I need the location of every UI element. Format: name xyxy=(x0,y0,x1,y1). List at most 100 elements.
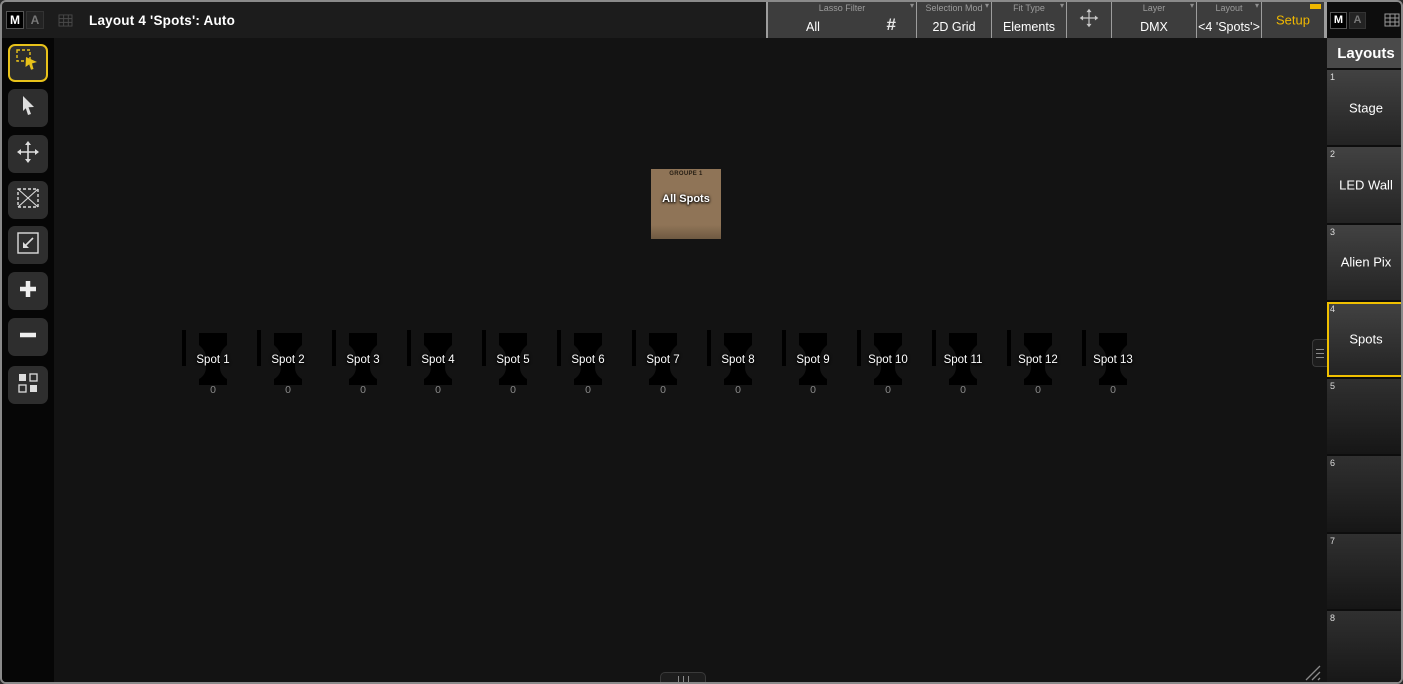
pointer-icon xyxy=(15,93,41,124)
fixture-spot-9[interactable]: Spot 9 0 xyxy=(782,330,844,402)
arrange-icon xyxy=(15,370,41,401)
dropdown-caret-icon: ▾ xyxy=(985,1,989,10)
fixture-value: 0 xyxy=(557,384,619,396)
move-icon xyxy=(15,139,41,170)
fixture-label: Spot 1 xyxy=(182,354,244,366)
window-grid-icon[interactable] xyxy=(58,14,73,27)
grid-select-icon xyxy=(15,185,41,216)
auto-arrange-button[interactable] xyxy=(8,366,48,404)
fixture-spot-13[interactable]: Spot 13 0 xyxy=(1082,330,1144,402)
layout-item-number: 6 xyxy=(1330,458,1335,468)
fit-view-icon xyxy=(15,230,41,261)
fit-type-value: Elements xyxy=(992,20,1066,34)
group-tile-all-spots[interactable]: GROUPE 1 All Spots xyxy=(651,169,721,239)
zoom-out-button[interactable] xyxy=(8,318,48,356)
layout-item-led-wall[interactable]: 2 LED Wall xyxy=(1327,147,1403,222)
selection-mode-cell[interactable]: Selection Mod ▾ 2D Grid xyxy=(917,2,991,38)
layout-item-number: 5 xyxy=(1330,381,1335,391)
layout-item-label: Stage xyxy=(1327,100,1403,115)
fixture-value: 0 xyxy=(257,384,319,396)
layer-cell[interactable]: Layer ▾ DMX xyxy=(1112,2,1196,38)
layout-item-stage[interactable]: 1 Stage xyxy=(1327,70,1403,145)
fixture-value: 0 xyxy=(407,384,469,396)
panel-grid-icon[interactable] xyxy=(1384,13,1400,27)
grid-snap-icon[interactable]: # xyxy=(887,15,896,35)
fixture-value: 0 xyxy=(857,384,919,396)
lasso-select-tool-button[interactable] xyxy=(8,44,48,82)
layout-select-cell[interactable]: Layout ▾ <4 'Spots'> xyxy=(1197,2,1261,38)
fixture-label: Spot 4 xyxy=(407,354,469,366)
layout-item-number: 3 xyxy=(1330,227,1335,237)
layout-canvas[interactable]: GROUPE 1 All Spots Spot 1 0 Spot 2 0 Spo… xyxy=(54,38,1327,684)
plus-icon xyxy=(15,276,41,307)
layout-item-alien-pix[interactable]: 3 Alien Pix xyxy=(1327,225,1403,300)
fixture-spot-2[interactable]: Spot 2 0 xyxy=(257,330,319,402)
fixture-label: Spot 9 xyxy=(782,354,844,366)
fixture-spot-10[interactable]: Spot 10 0 xyxy=(857,330,919,402)
panel-drag-handle-bottom[interactable] xyxy=(660,672,706,684)
grid-select-tool-button[interactable] xyxy=(8,181,48,219)
layout-item-label: LED Wall xyxy=(1327,177,1403,192)
fixture-spot-8[interactable]: Spot 8 0 xyxy=(707,330,769,402)
setup-label: Setup xyxy=(1262,13,1324,28)
dropdown-caret-icon: ▾ xyxy=(1255,1,1259,10)
layout-item-8[interactable]: 8 xyxy=(1327,611,1403,684)
setup-button[interactable]: Setup xyxy=(1262,2,1324,38)
fixture-label: Spot 13 xyxy=(1082,354,1144,366)
layout-select-label: Layout xyxy=(1197,3,1261,13)
layout-item-label: Spots xyxy=(1327,332,1403,347)
topbar-option-cells: Lasso Filter ▾ All # Selection Mod ▾ 2D … xyxy=(768,2,1327,38)
pointer-tool-button[interactable] xyxy=(8,89,48,127)
layout-select-value: <4 'Spots'> xyxy=(1197,20,1261,34)
fit-type-cell[interactable]: Fit Type ▾ Elements xyxy=(992,2,1066,38)
layouts-list: 1 Stage 2 LED Wall 3 Alien Pix 4 Spots 5… xyxy=(1327,70,1403,684)
ma-logo-a: A xyxy=(1349,12,1366,29)
window-title: Layout 4 'Spots': Auto xyxy=(89,13,235,28)
layout-item-5[interactable]: 5 xyxy=(1327,379,1403,454)
fixture-spot-1[interactable]: Spot 1 0 xyxy=(182,330,244,402)
selection-mode-value: 2D Grid xyxy=(917,20,991,34)
zoom-in-button[interactable] xyxy=(8,272,48,310)
fixture-spot-3[interactable]: Spot 3 0 xyxy=(332,330,394,402)
lasso-filter-cell[interactable]: Lasso Filter ▾ All # xyxy=(768,2,916,38)
ma-logo-m: M xyxy=(1330,12,1347,29)
fixture-spot-7[interactable]: Spot 7 0 xyxy=(632,330,694,402)
ma-logo-m: M xyxy=(6,11,24,29)
fixture-label: Spot 12 xyxy=(1007,354,1069,366)
topbar: M A Layout 4 'Spots': Auto Lasso Filter … xyxy=(2,2,1401,38)
fixture-spot-5[interactable]: Spot 5 0 xyxy=(482,330,544,402)
fixture-spot-6[interactable]: Spot 6 0 xyxy=(557,330,619,402)
left-toolbar xyxy=(2,38,54,684)
setup-active-indicator xyxy=(1310,4,1321,9)
layout-item-label: Alien Pix xyxy=(1327,255,1403,270)
layout-item-number: 8 xyxy=(1330,613,1335,623)
fixture-label: Spot 2 xyxy=(257,354,319,366)
pan-tool-cell[interactable] xyxy=(1067,2,1111,38)
dropdown-caret-icon: ▾ xyxy=(1060,1,1064,10)
layout-item-number: 7 xyxy=(1330,536,1335,546)
fit-view-tool-button[interactable] xyxy=(8,226,48,264)
layout-item-spots[interactable]: 4 Spots xyxy=(1327,302,1403,377)
resize-grip-icon[interactable] xyxy=(1302,662,1322,682)
layouts-panel-title: Layouts xyxy=(1327,38,1403,70)
fixture-value: 0 xyxy=(1007,384,1069,396)
move-tool-button[interactable] xyxy=(8,135,48,173)
fixture-value: 0 xyxy=(1082,384,1144,396)
fixture-value: 0 xyxy=(782,384,844,396)
lasso-filter-label: Lasso Filter xyxy=(768,3,916,13)
layout-item-6[interactable]: 6 xyxy=(1327,456,1403,531)
dropdown-caret-icon: ▾ xyxy=(1190,1,1194,10)
layout-item-number: 4 xyxy=(1330,304,1335,314)
move-arrows-icon xyxy=(1078,7,1100,34)
fixture-spot-12[interactable]: Spot 12 0 xyxy=(1007,330,1069,402)
minus-icon xyxy=(15,322,41,353)
fixture-label: Spot 7 xyxy=(632,354,694,366)
panel-drag-handle-right[interactable] xyxy=(1312,339,1327,367)
fixture-spot-11[interactable]: Spot 11 0 xyxy=(932,330,994,402)
layout-item-7[interactable]: 7 xyxy=(1327,534,1403,609)
fixture-spot-4[interactable]: Spot 4 0 xyxy=(407,330,469,402)
layout-item-number: 2 xyxy=(1330,149,1335,159)
fixture-value: 0 xyxy=(332,384,394,396)
fixture-value: 0 xyxy=(932,384,994,396)
ma-logo-a: A xyxy=(26,11,44,29)
